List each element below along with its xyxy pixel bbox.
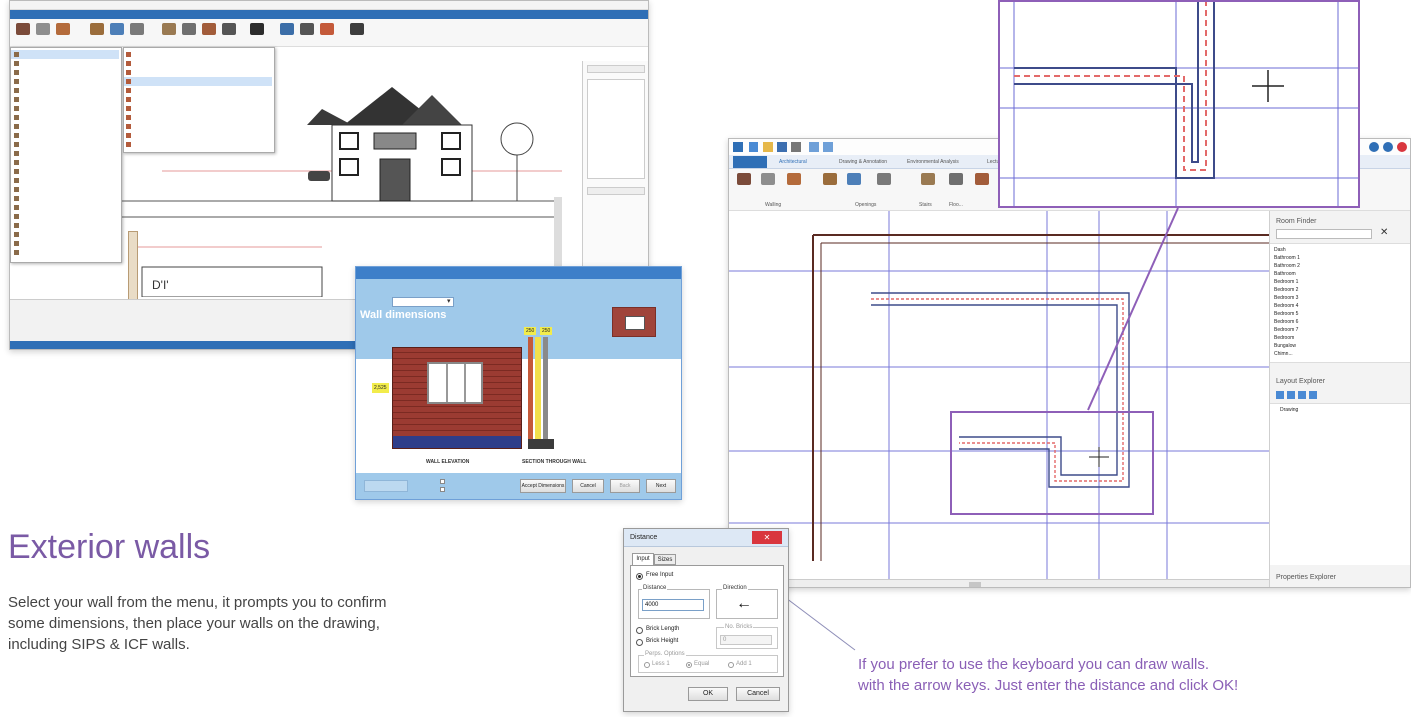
distance-input[interactable]: 4000 xyxy=(642,599,704,611)
ok-button[interactable]: OK xyxy=(688,687,728,701)
no-bricks-input[interactable]: 0 xyxy=(720,635,772,645)
add-one-label: Add 1 xyxy=(736,661,752,667)
distance-dialog: Distance ✕ Input Sizes Free Input Distan… xyxy=(623,528,789,712)
brick-height-label: Brick Height xyxy=(646,638,679,644)
brick-length-radio[interactable] xyxy=(636,627,643,634)
direction-group-label: Direction xyxy=(722,585,748,591)
equal-radio[interactable] xyxy=(686,662,692,668)
page-description: Select your wall from the menu, it promp… xyxy=(8,594,387,653)
input-tab[interactable]: Input xyxy=(632,553,654,565)
distance-group-label: Distance xyxy=(642,585,668,591)
keyboard-caption-line-2: with the arrow keys. Just enter the dist… xyxy=(858,677,1239,694)
equal-label: Equal xyxy=(694,661,710,667)
less-one-radio[interactable] xyxy=(644,662,650,668)
keyboard-caption-line-1: If you prefer to use the keyboard you ca… xyxy=(858,656,1210,673)
brick-height-radio[interactable] xyxy=(636,639,643,646)
free-input-label: Free Input xyxy=(646,572,674,578)
cancel-button[interactable]: Cancel xyxy=(736,687,780,701)
arrow-left-icon[interactable]: ← xyxy=(736,595,752,613)
no-bricks-label: No. Bricks xyxy=(724,624,754,630)
close-button[interactable]: ✕ xyxy=(752,531,782,544)
sizes-tab[interactable]: Sizes xyxy=(654,554,676,565)
brick-length-label: Brick Length xyxy=(646,626,680,632)
distance-dialog-title: Distance xyxy=(630,534,658,541)
less-one-label: Less 1 xyxy=(652,661,670,667)
page-heading: Exterior walls xyxy=(8,528,211,566)
distance-title-bar: Distance ✕ xyxy=(624,529,788,547)
add-one-radio[interactable] xyxy=(728,662,734,668)
free-input-radio[interactable] xyxy=(636,573,643,580)
perps-options-label: Perps. Options xyxy=(644,651,686,657)
